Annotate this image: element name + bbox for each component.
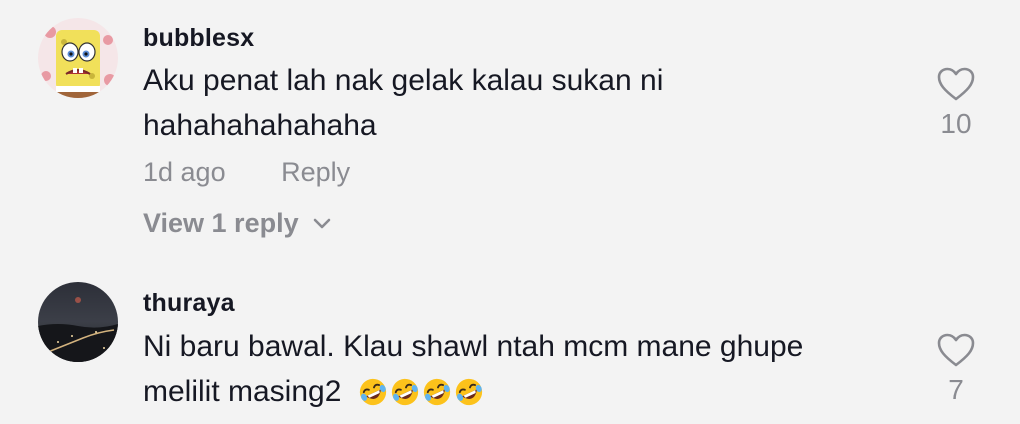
rofl-emoji-icon <box>391 378 418 406</box>
comment-username[interactable]: thuraya <box>143 289 235 318</box>
like-count: 7 <box>948 374 964 405</box>
emoji-group <box>358 375 486 420</box>
spongebob-avatar-icon <box>38 18 118 98</box>
like-button[interactable]: 7 <box>930 332 982 406</box>
view-replies-label: View 1 reply <box>143 208 299 238</box>
comment-meta: 1d ago Reply <box>143 157 350 188</box>
reply-button[interactable]: Reply <box>281 157 350 187</box>
view-replies-button[interactable]: View 1 reply <box>143 208 331 239</box>
like-button[interactable]: 10 <box>930 66 982 140</box>
rofl-emoji-icon <box>423 378 450 406</box>
comment-text: Ni baru bawal. Klau shawl ntah mcm mane … <box>143 324 903 420</box>
heart-icon <box>937 67 975 101</box>
night-road-avatar-icon <box>38 282 118 362</box>
user-avatar[interactable] <box>38 282 118 362</box>
comment-username[interactable]: bubblesx <box>143 24 254 53</box>
heart-icon <box>937 333 975 367</box>
comment-text-line: melilit masing2 <box>143 369 903 420</box>
rofl-emoji-icon <box>455 378 482 406</box>
comment-text-line: Aku penat lah nak gelak kalau sukan ni <box>143 64 664 97</box>
user-avatar[interactable] <box>38 18 118 98</box>
rofl-emoji-icon <box>359 378 386 406</box>
comment-text-line: Ni baru bawal. Klau shawl ntah mcm mane … <box>143 330 804 363</box>
comment-timestamp: 1d ago <box>143 157 226 187</box>
comment-text: Aku penat lah nak gelak kalau sukan ni h… <box>143 58 903 148</box>
comment-text-line: hahahahahahaha <box>143 109 377 142</box>
like-count: 10 <box>940 108 972 139</box>
chevron-down-icon <box>313 218 330 228</box>
comment-text-segment: melilit masing2 <box>143 375 342 408</box>
